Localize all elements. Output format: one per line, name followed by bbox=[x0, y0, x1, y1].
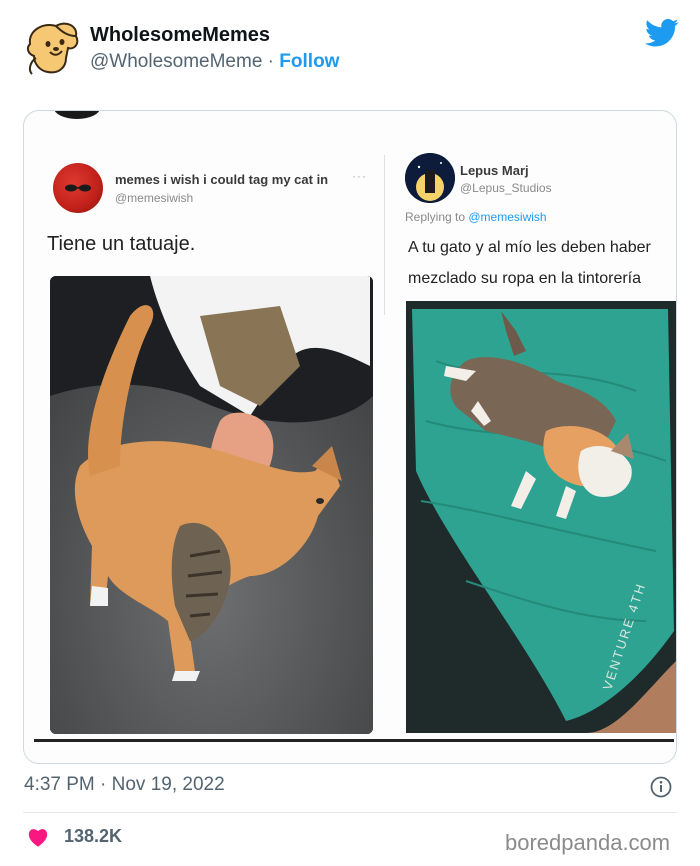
tweet-timestamp[interactable]: 4:37 PM · Nov 19, 2022 bbox=[24, 774, 225, 796]
quoted-tweet-left: memes i wish i could tag my cat in @meme… bbox=[47, 141, 377, 741]
display-name[interactable]: WholesomeMemes bbox=[90, 24, 270, 47]
reply-avatar bbox=[405, 153, 455, 203]
follow-button[interactable]: Follow bbox=[279, 51, 339, 72]
tweet-header: WholesomeMemes @WholesomeMeme · Follow bbox=[0, 0, 700, 100]
cat-photo-right: VENTURE 4TH bbox=[406, 301, 676, 733]
footer-divider bbox=[23, 812, 677, 813]
quoted-tweet-right: Lepus Marj @Lepus_Studios Replying to @m… bbox=[402, 141, 676, 741]
info-icon[interactable] bbox=[650, 776, 672, 798]
embedded-image-card[interactable]: memes i wish i could tag my cat in @meme… bbox=[23, 110, 677, 764]
replying-handle: @memesiwish bbox=[468, 210, 547, 224]
replying-prefix: Replying to bbox=[405, 210, 469, 224]
cat-photo-left bbox=[50, 276, 373, 734]
quoted-text: Tiene un tatuaje. bbox=[47, 233, 196, 255]
twitter-bird-icon[interactable] bbox=[645, 18, 679, 48]
sunglasses-icon bbox=[65, 184, 91, 192]
watermark: boredpanda.com bbox=[505, 830, 671, 855]
reply-handle: @Lepus_Studios bbox=[460, 181, 552, 195]
quoted-handle: @memesiwish bbox=[115, 191, 194, 205]
more-icon: ··· bbox=[352, 169, 367, 183]
reply-name: Lepus Marj bbox=[460, 163, 529, 178]
account-handle[interactable]: @WholesomeMeme bbox=[90, 51, 262, 72]
like-count[interactable]: 138.2K bbox=[64, 826, 122, 847]
quoted-name: memes i wish i could tag my cat in bbox=[115, 172, 329, 187]
heart-icon[interactable] bbox=[27, 827, 49, 847]
cropped-avatar bbox=[54, 111, 100, 119]
divider bbox=[384, 155, 385, 315]
avatar[interactable] bbox=[22, 18, 82, 78]
card-bottom-bar bbox=[34, 739, 674, 742]
separator: · bbox=[262, 51, 280, 72]
replying-to: Replying to @memesiwish bbox=[405, 210, 547, 224]
quoted-avatar bbox=[53, 163, 103, 213]
handle-row: @WholesomeMeme · Follow bbox=[90, 51, 339, 73]
reply-text: A tu gato y al mío les deben haber mezcl… bbox=[408, 239, 651, 287]
